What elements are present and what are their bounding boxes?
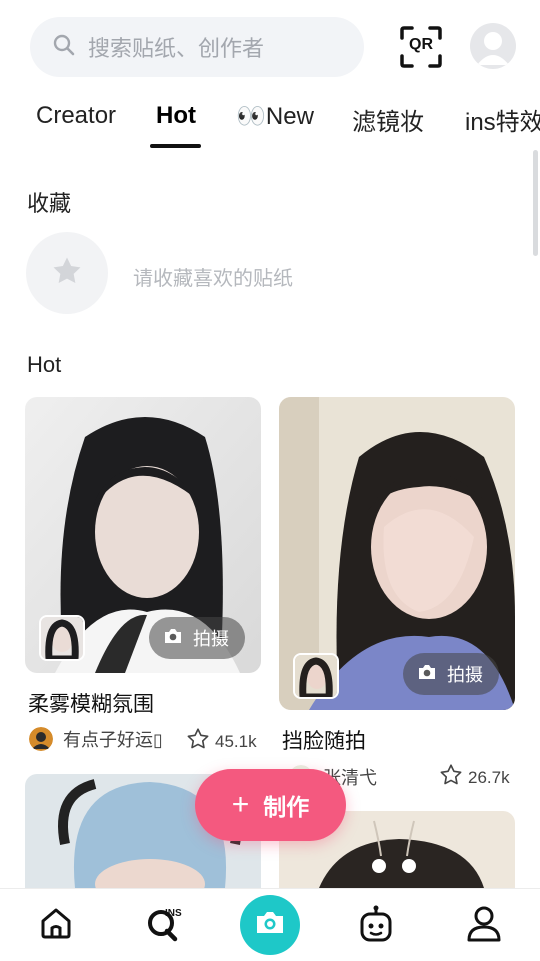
star-outline-icon — [185, 726, 215, 757]
plus-icon: + — [231, 788, 250, 821]
sticker-thumbnail — [293, 653, 339, 699]
creator-avatar — [29, 727, 53, 751]
creator-row[interactable]: 有点子好运▯ — [29, 726, 163, 752]
nav-robot[interactable] — [358, 905, 394, 948]
shoot-button[interactable]: 拍摄 — [149, 617, 245, 659]
sticker-card-image[interactable]: 拍摄 — [279, 397, 515, 710]
tab-hot[interactable]: Hot — [156, 102, 196, 130]
hot-section-title: Hot — [27, 352, 62, 377]
qr-label: QR — [409, 36, 433, 53]
qr-scan-button[interactable]: QR — [398, 24, 444, 70]
creator-name: 有点子好运▯ — [63, 730, 163, 750]
favorites-hint: 请收藏喜欢的贴纸 — [133, 268, 293, 290]
likes-count: 26.7k — [468, 767, 510, 787]
profile-icon — [466, 906, 502, 947]
favorites-empty-slot[interactable] — [26, 232, 108, 314]
favorite-count[interactable]: 45.1k — [185, 726, 257, 757]
likes-count: 45.1k — [215, 731, 257, 751]
create-button[interactable]: + 制作 — [195, 769, 346, 841]
shoot-button[interactable]: 拍摄 — [403, 653, 499, 695]
tab-new[interactable]: 👀New — [236, 102, 314, 131]
shoot-label: 拍摄 — [193, 629, 229, 649]
favorites-title: 收藏 — [27, 191, 72, 216]
create-label: 制作 — [263, 794, 310, 820]
search-placeholder: 搜索贴纸、创作者 — [88, 36, 265, 61]
camera-icon — [417, 663, 447, 686]
svg-text:INS: INS — [165, 908, 182, 919]
sticker-title[interactable]: 挡脸随拍 — [282, 725, 366, 755]
tab-filter-makeup[interactable]: 滤镜妆 — [352, 102, 424, 137]
robot-icon — [358, 905, 394, 947]
tab-creator[interactable]: Creator — [36, 102, 116, 130]
star-icon — [50, 254, 84, 293]
camera-icon — [254, 909, 286, 942]
camera-icon — [163, 627, 193, 650]
search-icon — [52, 33, 76, 62]
nav-profile[interactable] — [466, 905, 502, 948]
scrollbar[interactable] — [533, 150, 538, 256]
sticker-card-image[interactable]: 拍摄 — [25, 397, 261, 673]
user-avatar[interactable] — [470, 23, 516, 69]
sticker-thumbnail — [39, 615, 85, 661]
sticker-title[interactable]: 柔雾模糊氛围 — [28, 688, 154, 718]
tab-ins-effects[interactable]: ins特效 — [465, 102, 540, 137]
favorite-count[interactable]: 26.7k — [438, 762, 510, 793]
ins-search-icon: INS — [145, 908, 185, 947]
nav-home[interactable] — [38, 905, 74, 946]
search-input[interactable]: 搜索贴纸、创作者 — [30, 17, 364, 77]
shoot-label: 拍摄 — [447, 665, 483, 685]
star-outline-icon — [438, 762, 468, 793]
nav-camera[interactable] — [240, 895, 300, 955]
nav-ins[interactable]: INS — [145, 903, 185, 948]
active-tab-indicator — [150, 144, 201, 148]
home-icon — [38, 908, 74, 945]
category-tabs: Creator Hot 👀New 滤镜妆 ins特效 — [0, 96, 540, 152]
bottom-navigation: INS — [0, 888, 540, 961]
